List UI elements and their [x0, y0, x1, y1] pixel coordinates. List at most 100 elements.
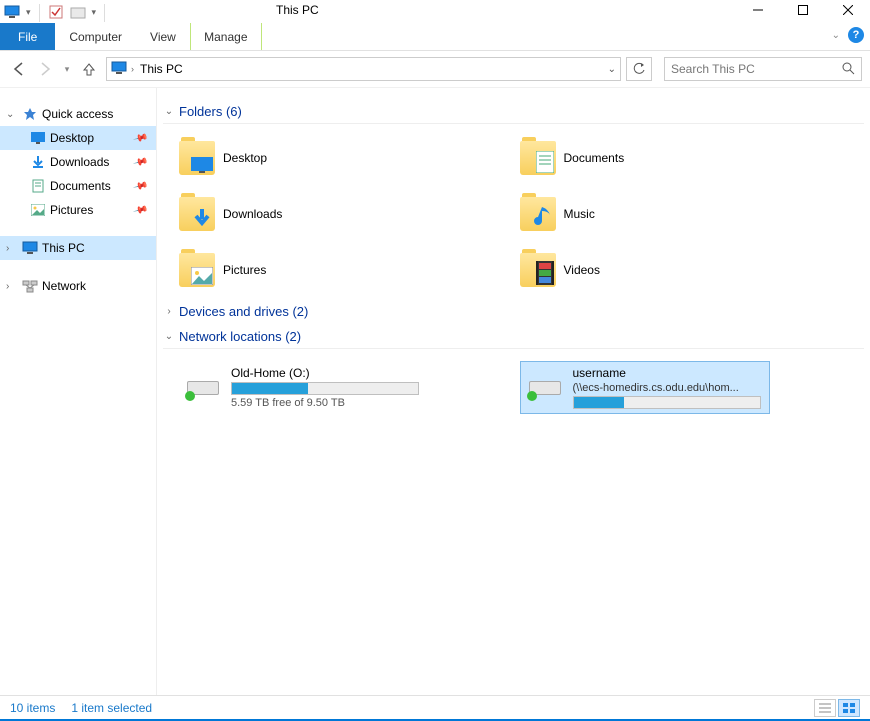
tree-downloads[interactable]: Downloads 📌: [0, 150, 156, 174]
folder-pictures[interactable]: Pictures: [179, 248, 514, 292]
pin-icon: 📌: [132, 178, 148, 194]
divider: [104, 4, 105, 22]
chevron-down-icon[interactable]: ⌄: [6, 109, 18, 120]
pin-icon: 📌: [132, 154, 148, 170]
tree-label: Desktop: [50, 131, 94, 145]
title-bar: ▾ ▾ Drive Tools This PC: [0, 0, 870, 23]
folder-desktop[interactable]: Desktop: [179, 136, 514, 180]
divider: [39, 4, 40, 22]
folder-documents[interactable]: Documents: [520, 136, 855, 180]
quickaccess-icon: [22, 106, 38, 122]
drive-username[interactable]: username (\\ecs-homedirs.cs.odu.edu\hom.…: [520, 361, 770, 414]
group-header-folders[interactable]: ⌄ Folders (6): [163, 100, 864, 124]
status-selected-count: 1 item selected: [71, 701, 152, 715]
content-pane: ⌄ Folders (6) Desktop Documents: [157, 88, 870, 695]
drive-label: username: [573, 366, 765, 380]
folder-videos[interactable]: Videos: [520, 248, 855, 292]
refresh-button[interactable]: [626, 57, 652, 81]
thispc-icon: [111, 60, 127, 79]
tab-computer[interactable]: Computer: [55, 23, 136, 50]
folder-label: Desktop: [223, 151, 267, 165]
search-icon: [841, 61, 855, 78]
chevron-right-icon[interactable]: ›: [131, 64, 134, 74]
chevron-right-icon[interactable]: ›: [6, 243, 18, 254]
folder-downloads[interactable]: Downloads: [179, 192, 514, 236]
drive-label: Old-Home (O:): [231, 366, 425, 380]
folder-icon: [179, 253, 215, 287]
group-header-network[interactable]: ⌄ Network locations (2): [163, 325, 864, 349]
newfolder-icon[interactable]: [70, 4, 86, 20]
status-item-count: 10 items: [10, 701, 55, 715]
folder-label: Documents: [564, 151, 625, 165]
drive-free-text: 5.59 TB free of 9.50 TB: [231, 397, 425, 409]
documents-icon: [30, 178, 46, 194]
window-controls: [735, 0, 870, 20]
tree-pictures[interactable]: Pictures 📌: [0, 198, 156, 222]
quick-access-toolbar: ▾ ▾: [0, 0, 111, 24]
folder-icon: [520, 141, 556, 175]
folder-music[interactable]: Music: [520, 192, 855, 236]
chevron-right-icon[interactable]: ›: [6, 281, 18, 292]
drive-path: (\\ecs-homedirs.cs.odu.edu\hom...: [573, 382, 765, 394]
tree-documents[interactable]: Documents 📌: [0, 174, 156, 198]
forward-button[interactable]: [34, 58, 56, 80]
group-label: Folders (6): [179, 104, 242, 119]
drive-old-home[interactable]: Old-Home (O:) 5.59 TB free of 9.50 TB: [179, 361, 429, 414]
tree-label: Downloads: [50, 155, 109, 169]
address-bar[interactable]: › This PC ⌄: [106, 57, 621, 81]
network-drives-grid: Old-Home (O:) 5.59 TB free of 9.50 TB us…: [163, 355, 864, 420]
storage-bar: [573, 396, 761, 409]
desktop-icon: [30, 130, 46, 146]
tab-manage[interactable]: Manage: [190, 23, 262, 50]
network-drive-icon: [525, 371, 565, 405]
view-details-button[interactable]: [814, 699, 836, 717]
tree-desktop[interactable]: Desktop 📌: [0, 126, 156, 150]
group-header-devices[interactable]: › Devices and drives (2): [163, 300, 864, 323]
tree-label: Documents: [50, 179, 111, 193]
view-tiles-button[interactable]: [838, 699, 860, 717]
thispc-icon: [4, 4, 20, 20]
up-button[interactable]: [78, 58, 100, 80]
tree-label: This PC: [42, 241, 85, 255]
pin-icon: 📌: [132, 202, 148, 218]
address-dropdown-icon[interactable]: ⌄: [608, 64, 616, 75]
tree-label: Quick access: [42, 107, 113, 121]
tree-this-pc[interactable]: › This PC: [0, 236, 156, 260]
breadcrumb-thispc[interactable]: This PC: [138, 62, 185, 76]
tree-label: Pictures: [50, 203, 93, 217]
ribbon: File Computer View Manage ⌄ ?: [0, 23, 870, 51]
thispc-icon: [22, 240, 38, 256]
folder-label: Downloads: [223, 207, 282, 221]
folder-icon: [520, 253, 556, 287]
folder-icon: [520, 197, 556, 231]
folder-label: Pictures: [223, 263, 266, 277]
tree-label: Network: [42, 279, 86, 293]
folders-grid: Desktop Documents Downloads: [163, 130, 864, 298]
close-button[interactable]: [825, 0, 870, 20]
network-drive-icon: [183, 371, 223, 405]
folder-label: Videos: [564, 263, 600, 277]
group-label: Devices and drives (2): [179, 304, 308, 319]
storage-bar: [231, 382, 419, 395]
network-icon: [22, 278, 38, 294]
qat-dropdown-icon[interactable]: ▾: [26, 7, 31, 18]
folder-icon: [179, 197, 215, 231]
search-placeholder: Search This PC: [671, 62, 755, 76]
recent-dropdown[interactable]: ▾: [60, 58, 74, 80]
back-button[interactable]: [8, 58, 30, 80]
tab-view[interactable]: View: [136, 23, 190, 50]
tree-network[interactable]: › Network: [0, 274, 156, 298]
search-input[interactable]: Search This PC: [664, 57, 862, 81]
help-icon[interactable]: ?: [848, 27, 864, 43]
downloads-icon: [30, 154, 46, 170]
pictures-icon: [30, 202, 46, 218]
qat-customize-icon[interactable]: ▾: [92, 7, 97, 18]
ribbon-expand-icon[interactable]: ⌄: [832, 30, 840, 41]
tab-file[interactable]: File: [0, 23, 55, 50]
chevron-down-icon: ⌄: [163, 331, 175, 342]
status-bar: 10 items 1 item selected: [0, 695, 870, 719]
minimize-button[interactable]: [735, 0, 780, 20]
properties-icon[interactable]: [48, 4, 64, 20]
tree-quick-access[interactable]: ⌄ Quick access: [0, 102, 156, 126]
maximize-button[interactable]: [780, 0, 825, 20]
